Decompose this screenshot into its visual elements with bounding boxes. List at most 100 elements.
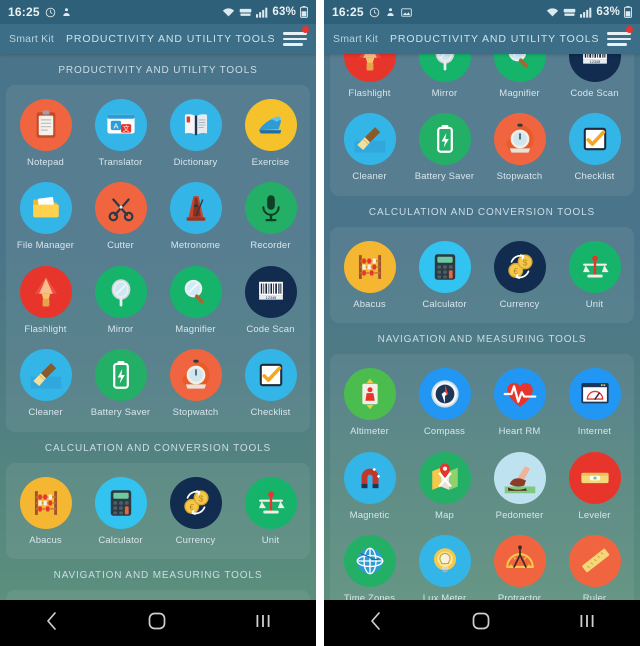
tool-item-stopwatch[interactable]: Stopwatch	[158, 344, 233, 427]
code-scan-icon: 12345	[568, 54, 621, 82]
home-button[interactable]	[472, 612, 490, 635]
tool-item-protractor[interactable]: Protractor	[482, 530, 557, 600]
scroll-area[interactable]: PRODUCTIVITY AND UTILITY TOOLSNotepadA文T…	[0, 54, 316, 600]
tool-item-translator[interactable]: A 文 Translator	[83, 94, 158, 177]
tool-item-currency[interactable]: € $ Currency	[158, 472, 233, 555]
tool-item-flashlight[interactable]: Flashlight	[332, 54, 407, 108]
tool-item-altimeter[interactable]: Altimeter	[332, 363, 407, 446]
tool-grid: Notepad A文Translator Dictionary Exercise Fil…	[8, 94, 308, 428]
tool-label: Code Scan	[246, 323, 295, 335]
tool-item-calculator[interactable]: Calculator	[407, 236, 482, 319]
tool-label: Notepad	[27, 157, 64, 168]
metronome-icon	[169, 182, 222, 235]
tool-item-battery-saver[interactable]: Battery Saver	[407, 108, 482, 191]
tool-label: Recorder	[250, 240, 291, 252]
tool-item-map[interactable]: Map	[407, 447, 482, 530]
back-button[interactable]	[369, 611, 383, 636]
flashlight-icon	[343, 54, 396, 82]
tool-item-lux-meter[interactable]: Lux Meter	[407, 530, 482, 600]
protractor-icon	[493, 535, 546, 588]
tool-item-checklist[interactable]: Checklist	[557, 108, 632, 191]
tool-item-mirror[interactable]: Mirror	[407, 54, 482, 108]
abacus-icon	[19, 476, 72, 529]
tool-label: Map	[435, 509, 454, 521]
tool-label: Currency	[175, 534, 216, 546]
tool-item-magnetic[interactable]: Magnetic	[332, 447, 407, 530]
page-title: PRODUCTIVITY AND UTILITY TOOLS	[65, 33, 276, 45]
tool-label: Pedometer	[495, 509, 544, 521]
tool-item-checklist[interactable]: Checklist	[233, 344, 308, 427]
tool-grid: NotepadA文TranslatorDictionaryExerciseFil…	[332, 54, 632, 192]
recorder-icon	[244, 182, 297, 235]
burger-line	[607, 37, 631, 41]
tool-item-time-zones[interactable]: Time Zones	[332, 530, 407, 600]
tool-label: Unit	[585, 298, 604, 310]
tool-label: Stopwatch	[496, 171, 543, 183]
tool-label: Translator	[98, 157, 143, 168]
home-button[interactable]	[148, 612, 166, 635]
altimeter-icon	[343, 368, 396, 421]
tool-item-pedometer[interactable]: Pedometer	[482, 447, 557, 530]
tool-item-battery-saver[interactable]: Battery Saver	[83, 344, 158, 427]
tool-item-flashlight[interactable]: Flashlight	[8, 261, 83, 344]
dictionary-icon	[169, 99, 222, 151]
tool-label: Calculator	[98, 534, 143, 546]
tool-item-cleaner[interactable]: Cleaner	[332, 108, 407, 191]
tool-item-unit[interactable]: Unit	[557, 236, 632, 319]
tool-item-stopwatch[interactable]: Stopwatch	[482, 108, 557, 191]
recents-button[interactable]	[255, 612, 271, 635]
tool-item-cleaner[interactable]: Cleaner	[8, 344, 83, 427]
tool-item-currency[interactable]: € $ Currency	[482, 236, 557, 319]
tool-item-recorder[interactable]: Recorder	[233, 177, 308, 260]
app-brand: Smart Kit	[9, 33, 54, 45]
tool-item-exercise[interactable]: Exercise	[233, 94, 308, 177]
app-header: Smart Kit PRODUCTIVITY AND UTILITY TOOLS	[324, 24, 640, 54]
tool-item-code-scan[interactable]: 12345 Code Scan	[557, 54, 632, 108]
mute-person-icon	[61, 7, 72, 18]
tool-item-cutter[interactable]: Cutter	[83, 177, 158, 260]
cutter-icon	[94, 182, 147, 235]
tool-item-magnifier[interactable]: Magnifier	[158, 261, 233, 344]
tool-item-heart-rm[interactable]: Heart RM	[482, 363, 557, 446]
tool-label: Battery Saver	[414, 171, 475, 183]
alarm-icon	[45, 7, 56, 18]
tool-label: Internet	[577, 426, 612, 438]
tool-item-file-manager[interactable]: File Manager	[8, 177, 83, 260]
checklist-icon	[568, 113, 621, 166]
tool-label: Unit	[261, 534, 280, 546]
tool-label: Dictionary	[173, 157, 218, 168]
tool-item-code-scan[interactable]: 12345 Code Scan	[233, 261, 308, 344]
tool-item-mirror[interactable]: Mirror	[83, 261, 158, 344]
lux-meter-icon	[418, 535, 471, 588]
mirror-icon	[418, 54, 471, 82]
hamburger-menu-icon[interactable]	[607, 26, 633, 48]
notification-dot	[626, 26, 633, 33]
tool-item-magnifier[interactable]: Magnifier	[482, 54, 557, 108]
mirror-icon	[94, 265, 147, 318]
tool-item-abacus[interactable]: Abacus	[332, 236, 407, 319]
abacus-icon	[343, 240, 396, 293]
tool-item-notepad[interactable]: Notepad	[8, 94, 83, 177]
tool-item-internet[interactable]: Internet	[557, 363, 632, 446]
magnifier-icon	[169, 265, 222, 318]
battery-icon	[300, 6, 308, 18]
tool-item-unit[interactable]: Unit	[233, 472, 308, 555]
recents-button[interactable]	[579, 612, 595, 635]
hamburger-menu-icon[interactable]	[283, 26, 309, 48]
magnifier-icon	[493, 54, 546, 82]
tool-item-metronome[interactable]: Metronome	[158, 177, 233, 260]
code-scan-icon: 12345	[244, 265, 297, 318]
scroll-area[interactable]: PRODUCTIVITY AND UTILITY TOOLSNotepadA文T…	[324, 54, 640, 600]
tool-label: Flashlight	[24, 323, 67, 335]
status-time: 16:25	[332, 5, 364, 19]
tool-item-calculator[interactable]: Calculator	[83, 472, 158, 555]
back-button[interactable]	[45, 611, 59, 636]
tool-item-ruler[interactable]: Ruler	[557, 530, 632, 600]
section-title-navigation: NAVIGATION AND MEASURING TOOLS	[377, 334, 587, 346]
tool-item-compass[interactable]: Compass	[407, 363, 482, 446]
tool-item-abacus[interactable]: Abacus	[8, 472, 83, 555]
section-title-navigation: NAVIGATION AND MEASURING TOOLS	[53, 570, 263, 582]
tool-item-dictionary[interactable]: Dictionary	[158, 94, 233, 177]
tool-label: Calculator	[422, 298, 467, 310]
tool-item-leveler[interactable]: Leveler	[557, 447, 632, 530]
